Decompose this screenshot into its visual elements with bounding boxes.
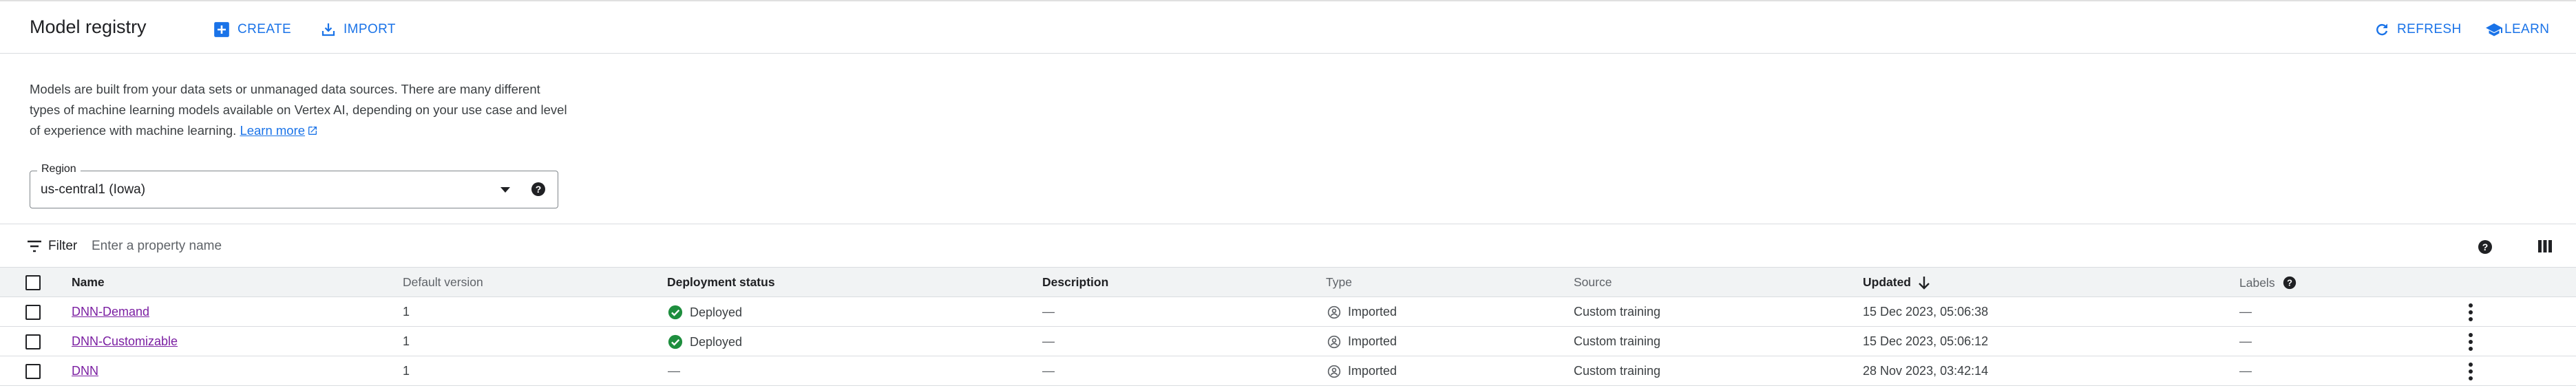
model-name-link[interactable]: DNN-Demand — [72, 305, 149, 319]
create-button[interactable]: CREATE — [213, 19, 291, 40]
column-header-updated[interactable]: Updated — [1863, 275, 1930, 290]
default-version-cell: 1 — [403, 364, 410, 378]
deployment-status-text: — — [668, 364, 680, 378]
imported-icon — [1327, 365, 1341, 378]
help-icon[interactable]: ? — [2477, 239, 2493, 255]
labels-cell: — — [2239, 334, 2252, 348]
import-button-label: IMPORT — [344, 22, 396, 36]
add-box-icon — [214, 22, 229, 37]
labels-cell: — — [2239, 364, 2252, 378]
row-checkbox[interactable] — [25, 334, 41, 349]
column-header-description[interactable]: Description — [1042, 275, 1108, 290]
description-cell: — — [1042, 334, 1055, 348]
table-row: DNN-Customizable 1 Deployed — Imported C… — [0, 327, 2576, 356]
more-vert-icon[interactable] — [2467, 303, 2475, 321]
create-button-label: CREATE — [237, 22, 292, 36]
deployment-status-cell: Deployed — [668, 305, 742, 320]
updated-cell: 15 Dec 2023, 05:06:38 — [1863, 305, 1989, 319]
dropdown-arrow-icon[interactable] — [500, 186, 511, 193]
help-icon[interactable]: ? — [2282, 275, 2297, 290]
deployment-status-text: Deployed — [690, 334, 743, 349]
learn-button[interactable]: LEARN — [2485, 19, 2549, 40]
import-button[interactable]: IMPORT — [320, 19, 396, 40]
school-icon — [2486, 23, 2502, 36]
open-in-new-icon — [308, 127, 317, 135]
check-circle-icon — [668, 334, 683, 349]
imported-icon — [1327, 305, 1341, 319]
more-vert-icon[interactable] — [2467, 363, 2475, 380]
help-icon[interactable]: ? — [530, 181, 547, 197]
check-circle-icon — [668, 305, 683, 320]
svg-text:?: ? — [536, 184, 542, 195]
model-name-cell: DNN — [72, 364, 98, 378]
learn-button-label: LEARN — [2504, 22, 2550, 36]
filter-label: Filter — [48, 239, 78, 253]
page-title: Model registry — [30, 17, 147, 37]
model-name-cell: DNN-Customizable — [72, 334, 178, 349]
description-cell: — — [1042, 364, 1055, 378]
table-row: DNN-Demand 1 Deployed — Imported Custom … — [0, 297, 2576, 327]
source-cell: Custom training — [1574, 364, 1661, 378]
table-row: DNN 1 — — Imported Custom training 28 No… — [0, 356, 2576, 386]
region-label: Region — [37, 163, 81, 175]
column-header-deployment-status[interactable]: Deployment status — [667, 275, 775, 290]
updated-cell: 28 Nov 2023, 03:42:14 — [1863, 364, 1989, 378]
column-header-labels[interactable]: Labels ? — [2239, 275, 2297, 290]
column-header-type[interactable]: Type — [1326, 275, 1352, 290]
region-select[interactable]: Region us-central1 (Iowa) ? — [30, 163, 558, 208]
import-icon — [321, 23, 335, 36]
column-display-icon[interactable] — [2537, 239, 2553, 254]
svg-text:?: ? — [2287, 278, 2292, 288]
source-cell: Custom training — [1574, 305, 1661, 319]
type-text: Imported — [1348, 364, 1397, 378]
filter-bar: Filter ? — [0, 224, 2576, 268]
deployment-status-cell: Deployed — [668, 334, 742, 349]
intro-description: Models are built from your data sets or … — [30, 79, 573, 141]
refresh-button-label: REFRESH — [2397, 22, 2462, 36]
region-value: us-central1 (Iowa) — [41, 182, 146, 197]
type-text: Imported — [1348, 305, 1397, 319]
refresh-icon — [2376, 23, 2388, 36]
description-cell: — — [1042, 305, 1055, 319]
column-header-default-version[interactable]: Default version — [403, 275, 483, 290]
model-name-link[interactable]: DNN — [72, 364, 98, 378]
refresh-button[interactable]: REFRESH — [2374, 19, 2462, 40]
row-checkbox[interactable] — [25, 364, 41, 379]
updated-cell: 15 Dec 2023, 05:06:12 — [1863, 334, 1989, 348]
column-header-source[interactable]: Source — [1574, 275, 1612, 290]
model-name-link[interactable]: DNN-Customizable — [72, 334, 178, 349]
type-cell: Imported — [1327, 334, 1397, 349]
default-version-cell: 1 — [403, 305, 410, 319]
filter-input[interactable] — [92, 234, 1055, 259]
source-cell: Custom training — [1574, 334, 1661, 348]
arrow-down-icon — [1919, 276, 1930, 290]
model-name-cell: DNN-Demand — [72, 305, 149, 319]
column-header-name[interactable]: Name — [72, 275, 105, 290]
select-all-checkbox[interactable] — [25, 275, 41, 290]
top-toolbar: Model registry CREATE IMPORT REFRESH LEA… — [0, 0, 2576, 54]
svg-text:?: ? — [2482, 241, 2489, 252]
imported-icon — [1327, 335, 1341, 348]
default-version-cell: 1 — [403, 334, 410, 348]
more-vert-icon[interactable] — [2467, 333, 2475, 351]
type-cell: Imported — [1327, 305, 1397, 319]
labels-cell: — — [2239, 305, 2252, 319]
table-header: Name Default version Deployment status D… — [0, 268, 2576, 297]
filter-icon — [28, 240, 41, 252]
deployment-status-cell: — — [668, 364, 680, 378]
learn-more-link[interactable]: Learn more — [240, 123, 305, 138]
deployment-status-text: Deployed — [690, 305, 743, 319]
row-checkbox[interactable] — [25, 305, 41, 320]
type-text: Imported — [1348, 334, 1397, 348]
type-cell: Imported — [1327, 364, 1397, 378]
